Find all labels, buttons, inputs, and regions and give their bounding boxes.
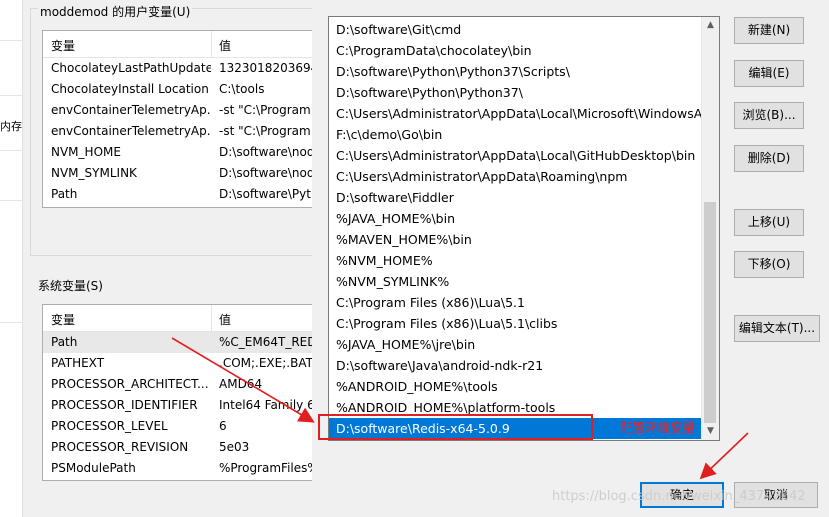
variable-row[interactable]: NVM_HOME D:\software\nod bbox=[43, 142, 323, 163]
variable-row[interactable]: PROCESSOR_REVISION 5e03 bbox=[43, 437, 323, 458]
column-separator bbox=[211, 31, 212, 57]
divider bbox=[0, 95, 22, 96]
triangle-down-icon[interactable]: ▼ bbox=[702, 423, 719, 440]
path-entry[interactable]: C:\Program Files (x86)\Lua\5.1\clibs bbox=[329, 313, 702, 334]
edit-text-button[interactable]: 编辑文本(T)... bbox=[734, 315, 820, 342]
variable-name: NVM_HOME bbox=[51, 145, 121, 159]
browse-button[interactable]: 浏览(B)... bbox=[734, 102, 804, 129]
variable-name: envContainerTelemetryAp... bbox=[51, 124, 211, 138]
path-entries-list[interactable]: D:\software\Git\cmd C:\ProgramData\chocol… bbox=[328, 16, 720, 441]
system-vars-title: 系统变量(S) bbox=[38, 279, 103, 293]
variable-name: Path bbox=[51, 335, 78, 349]
path-entry[interactable]: C:\Users\Administrator\AppData\Roaming\n… bbox=[329, 166, 702, 187]
column-header-variable[interactable]: 变量 bbox=[51, 311, 75, 328]
path-entry[interactable]: %JAVA_HOME%\jre\bin bbox=[329, 334, 702, 355]
memory-label: 内存 bbox=[0, 120, 22, 133]
variable-name: PROCESSOR_IDENTIFIER bbox=[51, 398, 198, 412]
user-vars-title: moddemod 的用户变量(U) bbox=[38, 3, 193, 20]
variable-row[interactable]: PSModulePath %ProgramFiles% bbox=[43, 458, 323, 479]
variable-value: %C_EM64T_RED bbox=[219, 335, 317, 349]
path-list-scrollbar[interactable]: ▲ ▼ bbox=[701, 17, 719, 440]
variable-name: Path bbox=[51, 187, 78, 201]
path-entry[interactable]: F:\c\demo\Go\bin bbox=[329, 124, 702, 145]
variable-value: %ProgramFiles% bbox=[219, 461, 319, 475]
environment-variables-dialog: 内存 moddemod 的用户变量(U) 变量 值 ChocolateyLast… bbox=[0, 0, 323, 517]
variable-name: PSModulePath bbox=[51, 461, 136, 475]
path-entry[interactable]: %NVM_SYMLINK% bbox=[329, 271, 702, 292]
path-entry[interactable]: %ANDROID_HOME%\tools bbox=[329, 376, 702, 397]
divider bbox=[0, 200, 22, 201]
annotation-label: 配置环境变量 bbox=[620, 420, 696, 435]
variable-row[interactable]: NVM_SYMLINK D:\software\nod bbox=[43, 163, 323, 184]
variable-value: C:\tools bbox=[219, 82, 265, 96]
variable-name: envContainerTelemetryAp... bbox=[51, 103, 211, 117]
path-entry[interactable]: D:\software\Python\Python37\ bbox=[329, 82, 702, 103]
variable-row[interactable]: ChocolateyInstall Location C:\tools bbox=[43, 79, 323, 100]
variable-name: ChocolateyInstall Location bbox=[51, 82, 209, 96]
system-vars-rows: Path %C_EM64T_RED PATHEXT .COM;.EXE;.BAT PRO… bbox=[43, 332, 323, 479]
path-entry[interactable]: D:\software\Fiddler bbox=[329, 187, 702, 208]
column-header-value[interactable]: 值 bbox=[219, 37, 231, 54]
path-entry[interactable]: D:\software\Git\cmd bbox=[329, 19, 702, 40]
variable-row[interactable]: PROCESSOR_ARCHITECT... AMD64 bbox=[43, 374, 323, 395]
variable-row[interactable]: PROCESSOR_IDENTIFIER Intel64 Family 6 bbox=[43, 395, 323, 416]
variable-name: PROCESSOR_LEVEL bbox=[51, 419, 168, 433]
variable-row[interactable]: envContainerTelemetryAp... -st "C:\Progra… bbox=[43, 121, 323, 142]
path-entry[interactable]: C:\Program Files (x86)\Lua\5.1 bbox=[329, 292, 702, 313]
watermark: https://blog.csdn.net/weixin_43742642 bbox=[552, 489, 806, 504]
user-vars-list[interactable]: 变量 值 ChocolateyLastPathUpdate 13230182036… bbox=[42, 30, 323, 208]
user-vars-header: 变量 值 bbox=[43, 31, 323, 58]
path-entry[interactable]: %NVM_HOME% bbox=[329, 250, 702, 271]
variable-value: AMD64 bbox=[219, 377, 263, 391]
path-entry[interactable]: %MAVEN_HOME%\bin bbox=[329, 229, 702, 250]
variable-value: -st "C:\Program bbox=[219, 103, 311, 117]
column-header-variable[interactable]: 变量 bbox=[51, 37, 75, 54]
divider bbox=[0, 40, 22, 41]
column-header-value[interactable]: 值 bbox=[219, 311, 231, 328]
user-vars-rows: ChocolateyLastPathUpdate 132301820369467 C… bbox=[43, 58, 323, 205]
variable-name: NVM_SYMLINK bbox=[51, 166, 137, 180]
move-down-button[interactable]: 下移(O) bbox=[734, 251, 804, 278]
path-entry[interactable]: %JAVA_HOME%\bin bbox=[329, 208, 702, 229]
variable-row[interactable]: PROCESSOR_LEVEL 6 bbox=[43, 416, 323, 437]
move-up-button[interactable]: 上移(U) bbox=[734, 209, 804, 236]
variable-name: PROCESSOR_REVISION bbox=[51, 440, 189, 454]
scrollbar-thumb[interactable] bbox=[704, 202, 716, 423]
variable-value: D:\software\Pyth bbox=[219, 187, 319, 201]
background-window-strip: 内存 bbox=[0, 0, 23, 517]
variable-value: Intel64 Family 6 bbox=[219, 398, 315, 412]
variable-value: 5e03 bbox=[219, 440, 250, 454]
variable-name: ChocolateyLastPathUpdate bbox=[51, 61, 211, 75]
variable-row[interactable]: PATHEXT .COM;.EXE;.BAT bbox=[43, 353, 323, 374]
path-entry[interactable]: C:\Users\Administrator\AppData\Local\Mic… bbox=[329, 103, 702, 124]
triangle-up-icon[interactable]: ▲ bbox=[702, 17, 719, 34]
column-separator bbox=[211, 305, 212, 331]
variable-row[interactable]: ChocolateyLastPathUpdate 132301820369467 bbox=[43, 58, 323, 79]
variable-value: -st "C:\Program bbox=[219, 124, 311, 138]
path-entry[interactable]: D:\software\Java\android-ndk-r21 bbox=[329, 355, 702, 376]
highlight-box bbox=[318, 414, 593, 440]
variable-name: PROCESSOR_ARCHITECT... bbox=[51, 377, 209, 391]
system-vars-list[interactable]: 变量 值 Path %C_EM64T_RED PATHEXT .COM;.EXE;.B… bbox=[42, 304, 323, 481]
divider bbox=[0, 322, 22, 323]
variable-value: 6 bbox=[219, 419, 227, 433]
path-entry[interactable]: C:\Users\Administrator\AppData\Local\Git… bbox=[329, 145, 702, 166]
edit-button[interactable]: 编辑(E) bbox=[734, 60, 804, 87]
variable-row[interactable]: envContainerTelemetryAp... -st "C:\Progra… bbox=[43, 100, 323, 121]
variable-row[interactable]: Path %C_EM64T_RED bbox=[43, 332, 323, 353]
system-vars-header: 变量 值 bbox=[43, 305, 323, 332]
path-entry[interactable]: C:\ProgramData\chocolatey\bin bbox=[329, 40, 702, 61]
variable-row[interactable]: Path D:\software\Pyth bbox=[43, 184, 323, 205]
path-entry[interactable]: D:\software\Python\Python37\Scripts\ bbox=[329, 61, 702, 82]
delete-button[interactable]: 删除(D) bbox=[734, 145, 804, 172]
variable-name: PATHEXT bbox=[51, 356, 105, 370]
new-button[interactable]: 新建(N) bbox=[734, 17, 804, 44]
variable-value: D:\software\nod bbox=[219, 166, 315, 180]
variable-value: 132301820369467 bbox=[219, 61, 323, 75]
variable-value: .COM;.EXE;.BAT bbox=[219, 356, 313, 370]
divider bbox=[0, 150, 22, 151]
variable-value: D:\software\nod bbox=[219, 145, 315, 159]
